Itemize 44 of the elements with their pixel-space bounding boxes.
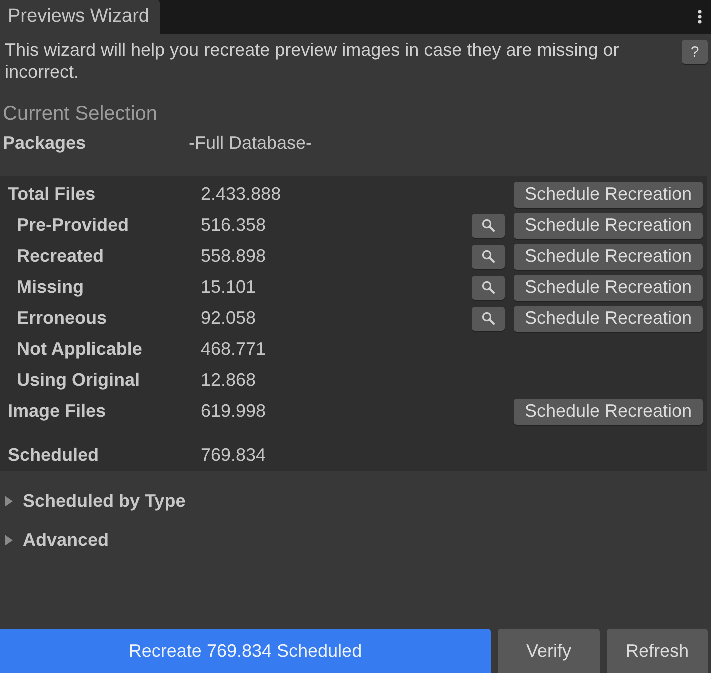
stat-value: 769.834	[201, 445, 266, 466]
stat-label: Pre-Provided	[17, 215, 130, 236]
schedule-button[interactable]: Schedule Recreation	[514, 212, 703, 238]
foldout-toggle[interactable]: Scheduled by Type	[5, 491, 186, 512]
stat-value: 12.868	[201, 370, 256, 391]
stat-label: Missing	[17, 277, 84, 298]
stat-value: 516.358	[201, 215, 266, 236]
stat-label: Scheduled	[8, 445, 100, 466]
stat-value: 558.898	[201, 246, 266, 267]
stat-value: 2.433.888	[201, 184, 282, 205]
schedule-button[interactable]: Schedule Recreation	[514, 274, 703, 300]
search-icon	[482, 281, 495, 294]
stat-value: 619.998	[201, 401, 266, 422]
primary-action-button[interactable]: Recreate 769.834 Scheduled	[0, 629, 491, 673]
help-button[interactable]: ?	[682, 40, 708, 64]
intro-text: This wizard will help you recreate preview images in case they are missing or incorrect.	[5, 39, 620, 83]
search-button[interactable]	[472, 214, 505, 238]
stat-label: Recreated	[17, 246, 104, 267]
kebab-menu-icon[interactable]	[698, 10, 702, 24]
stat-label: Image Files	[8, 401, 106, 422]
stat-value: 15.101	[201, 277, 256, 298]
foldout-toggle[interactable]: Advanced	[5, 530, 110, 551]
search-icon	[482, 312, 495, 325]
stat-label: Erroneous	[17, 308, 108, 329]
schedule-button[interactable]: Schedule Recreation	[514, 398, 703, 424]
stat-label: Not Applicable	[17, 339, 142, 360]
stat-label: Total Files	[8, 184, 96, 205]
window-tab[interactable]: Previews Wizard	[0, 0, 160, 34]
schedule-button[interactable]: Schedule Recreation	[514, 306, 703, 332]
search-icon	[482, 219, 495, 232]
search-button[interactable]	[472, 276, 505, 300]
schedule-button[interactable]: Schedule Recreation	[514, 182, 703, 208]
search-icon	[482, 250, 495, 263]
action-button[interactable]: Verify	[498, 629, 600, 673]
search-button[interactable]	[472, 244, 505, 268]
section-heading: Current Selection	[3, 102, 158, 126]
stat-value: 468.771	[201, 339, 266, 360]
search-button[interactable]	[472, 306, 505, 330]
stat-value: 92.058	[201, 308, 256, 329]
field-value: -Full Database-	[189, 132, 312, 154]
action-button[interactable]: Refresh	[607, 629, 708, 673]
stat-label: Using Original	[17, 370, 140, 391]
field-label: Packages	[3, 132, 86, 154]
schedule-button[interactable]: Schedule Recreation	[514, 244, 703, 270]
